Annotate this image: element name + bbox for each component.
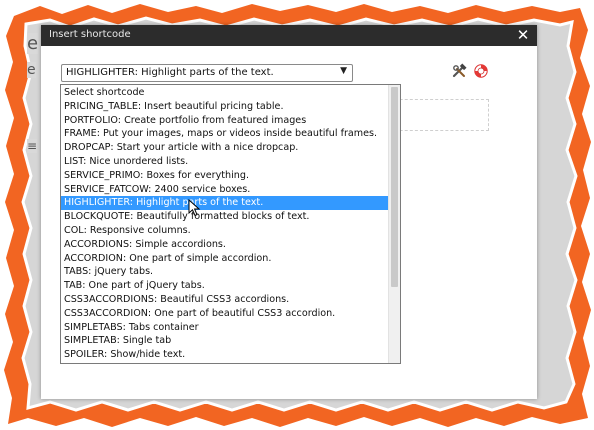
shortcode-dropdown-list[interactable]: Select shortcode PRICING_TABLE: Insert be… bbox=[60, 84, 401, 364]
dialog-title: Insert shortcode bbox=[49, 29, 131, 40]
background-menu-icon: ≡ bbox=[27, 139, 38, 153]
tools-icon[interactable] bbox=[451, 63, 467, 79]
dropdown-option[interactable]: PORTFOLIO: Create portfolio from feature… bbox=[61, 114, 390, 128]
dropdown-option[interactable]: SIMPLETAB: Single tab bbox=[61, 334, 390, 348]
shortcode-select-value: HIGHLIGHTER: Highlight parts of the text… bbox=[66, 67, 274, 78]
dropdown-option[interactable]: BLOCKQUOTE: Beautifully formatted blocks… bbox=[61, 210, 390, 224]
lifebuoy-icon[interactable] bbox=[473, 63, 489, 79]
background-heading-fragment: e bbox=[27, 33, 39, 54]
mouse-cursor-icon bbox=[188, 199, 201, 217]
dropdown-option[interactable]: SERVICE_FATCOW: 2400 service boxes. bbox=[61, 183, 390, 197]
dropdown-option[interactable]: CSS3ACCORDION: One part of beautiful CSS… bbox=[61, 307, 390, 321]
dropdown-option[interactable]: Select shortcode bbox=[61, 86, 390, 100]
dropdown-option[interactable]: PRICING_TABLE: Insert beautiful pricing … bbox=[61, 100, 390, 114]
dropdown-option[interactable]: CSS3ACCORDIONS: Beautiful CSS3 accordion… bbox=[61, 293, 390, 307]
close-button[interactable]: ✕ bbox=[515, 26, 531, 44]
dropdown-option[interactable]: TAB: One part of jQuery tabs. bbox=[61, 279, 390, 293]
dropdown-option[interactable]: ACCORDIONS: Simple accordions. bbox=[61, 238, 390, 252]
dropdown-option[interactable]: SIMPLETABS: Tabs container bbox=[61, 321, 390, 335]
dropdown-option[interactable]: ACCORDION: One part of simple accordion. bbox=[61, 252, 390, 266]
chevron-down-icon: ▼ bbox=[340, 66, 347, 76]
dialog-titlebar[interactable]: Insert shortcode ✕ bbox=[41, 25, 537, 46]
shortcode-select[interactable]: HIGHLIGHTER: Highlight parts of the text… bbox=[61, 64, 353, 82]
dropdown-option[interactable]: SPOILER: Show/hide text. bbox=[61, 348, 390, 362]
dropdown-option[interactable]: FRAME: Put your images, maps or videos i… bbox=[61, 127, 390, 141]
dropdown-option[interactable]: TABS: jQuery tabs. bbox=[61, 265, 390, 279]
dropdown-option[interactable]: LIST: Nice unordered lists. bbox=[61, 155, 390, 169]
dropdown-scrollbar[interactable] bbox=[388, 85, 400, 363]
background-text-fragment: e bbox=[27, 62, 36, 78]
dropdown-option[interactable]: SERVICE_PRIMO: Boxes for everything. bbox=[61, 169, 390, 183]
dropdown-option[interactable]: HIGHLIGHTER: Highlight parts of the text… bbox=[61, 196, 390, 211]
dropdown-option[interactable]: DROPCAP: Start your article with a nice … bbox=[61, 141, 390, 155]
dropdown-option[interactable]: COL: Responsive columns. bbox=[61, 224, 390, 238]
scrollbar-thumb[interactable] bbox=[391, 87, 398, 287]
